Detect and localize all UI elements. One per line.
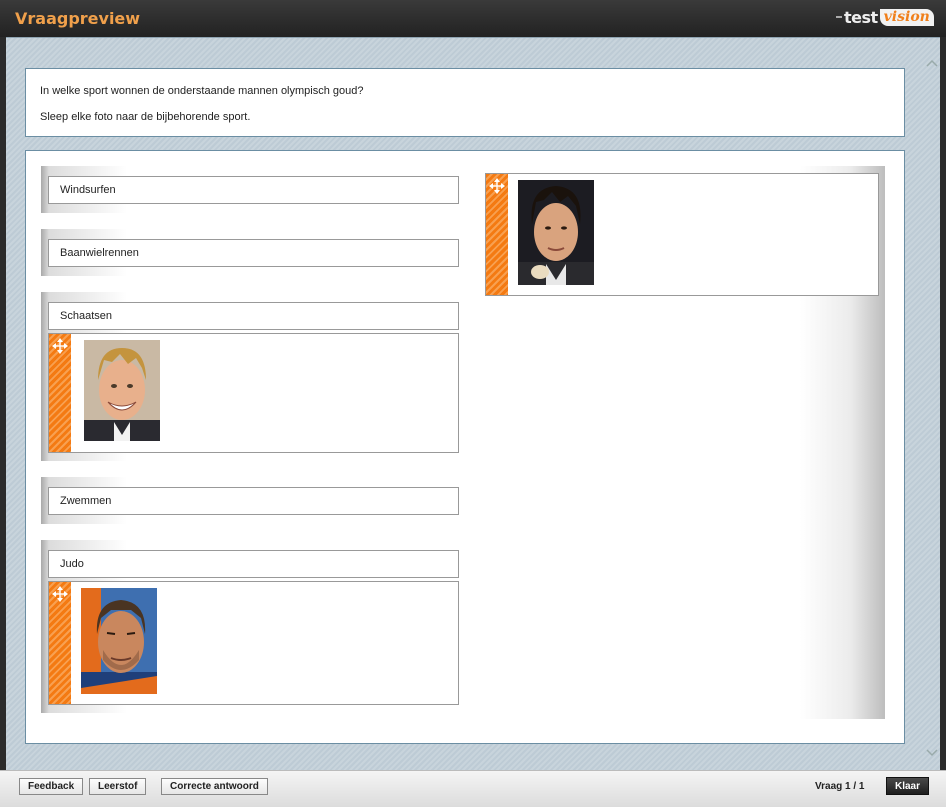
- move-icon: [52, 338, 68, 354]
- page-indicator: Vraag 1 / 1: [815, 781, 865, 792]
- question-box: In welke sport wonnen de onderstaande ma…: [25, 68, 905, 137]
- correct-answer-button[interactable]: Correcte antwoord: [161, 778, 268, 795]
- study-material-button[interactable]: Leerstof: [89, 778, 147, 795]
- athlete-photo: [518, 180, 594, 285]
- app-title: Vraagpreview: [15, 9, 141, 28]
- drag-handle[interactable]: [49, 334, 71, 452]
- logo-test-text: test: [844, 7, 878, 27]
- drop-target-judo[interactable]: Judo: [48, 550, 459, 578]
- move-icon: [489, 178, 505, 194]
- draggable-photo-card[interactable]: [485, 173, 879, 296]
- scroll-up-icon[interactable]: [924, 56, 940, 72]
- bottom-toolbar: Feedback Leerstof Correcte antwoord Vraa…: [0, 770, 946, 807]
- answer-area: Windsurfen Baanwielrennen Schaatsen Zwem…: [25, 150, 905, 744]
- drag-handle[interactable]: [49, 582, 71, 704]
- athlete-photo: [81, 588, 157, 694]
- feedback-button[interactable]: Feedback: [19, 778, 84, 795]
- vertical-scrollbar[interactable]: [924, 50, 940, 762]
- drop-target-zwemmen[interactable]: Zwemmen: [48, 487, 459, 515]
- move-icon: [52, 586, 68, 602]
- instruction-text: Sleep elke foto naar de bijbehorende spo…: [40, 111, 251, 123]
- source-area[interactable]: [480, 166, 885, 719]
- done-button[interactable]: Klaar: [886, 777, 929, 795]
- drag-handle[interactable]: [486, 174, 508, 295]
- question-text: In welke sport wonnen de onderstaande ma…: [40, 85, 364, 97]
- scroll-down-icon[interactable]: [924, 746, 940, 762]
- athlete-photo: [84, 340, 160, 441]
- drop-target-baanwielrennen[interactable]: Baanwielrennen: [48, 239, 459, 267]
- drop-target-windsurfen[interactable]: Windsurfen: [48, 176, 459, 204]
- title-bar: Vraagpreview test vision: [0, 0, 946, 37]
- logo-vision-text: vision: [879, 8, 934, 26]
- draggable-photo-card[interactable]: [48, 581, 459, 705]
- draggable-photo-card[interactable]: [48, 333, 459, 453]
- testvision-logo: test vision: [836, 7, 936, 27]
- drop-target-schaatsen[interactable]: Schaatsen: [48, 302, 459, 330]
